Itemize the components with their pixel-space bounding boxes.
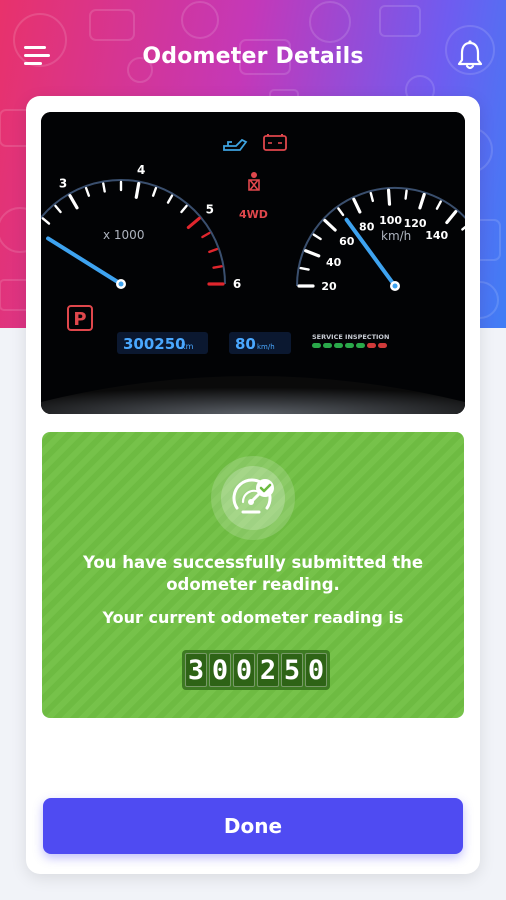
reading-digit: 3 bbox=[185, 653, 207, 687]
service-light bbox=[312, 343, 321, 348]
app-bar: Odometer Details bbox=[0, 28, 506, 84]
tach-label: 6 bbox=[233, 277, 241, 291]
reading-digit: 0 bbox=[305, 653, 327, 687]
speed-tick bbox=[386, 188, 392, 206]
speed-label: 60 bbox=[339, 235, 355, 248]
dashboard-image: 3456 x 1000 20406080100120140 km/h bbox=[41, 112, 465, 414]
reading-digit: 0 bbox=[209, 653, 231, 687]
reading-digit: 0 bbox=[233, 653, 255, 687]
speed-label: 140 bbox=[425, 229, 448, 242]
service-inspection-label: SERVICE INSPECTION bbox=[312, 333, 389, 341]
success-message: You have successfully submitted the odom… bbox=[82, 553, 424, 594]
odometer-display-unit: km bbox=[181, 342, 194, 351]
service-light bbox=[356, 343, 365, 348]
tach-label: 4 bbox=[137, 163, 145, 177]
reading-label: Your current odometer reading is bbox=[102, 608, 404, 627]
reading-digit: 2 bbox=[257, 653, 279, 687]
tach-tick bbox=[212, 265, 223, 269]
odometer-reading-digits: 3 0 0 2 5 0 bbox=[182, 650, 330, 690]
speed-label: 80 bbox=[359, 220, 375, 233]
speed-tick bbox=[404, 189, 408, 200]
page-title: Odometer Details bbox=[142, 43, 364, 69]
service-light bbox=[345, 343, 354, 348]
success-panel: You have successfully submitted the odom… bbox=[42, 432, 464, 718]
speed-tick bbox=[299, 266, 310, 271]
tach-tick bbox=[102, 182, 106, 193]
speedometer-check-icon bbox=[232, 478, 274, 514]
reading-digit: 5 bbox=[281, 653, 303, 687]
speed-label: 100 bbox=[379, 214, 402, 227]
bell-icon[interactable] bbox=[456, 40, 484, 70]
speed-unit: km/h bbox=[381, 229, 411, 243]
speed-display-value: 80 bbox=[235, 335, 256, 353]
tach-label: 5 bbox=[206, 202, 214, 216]
park-indicator: P bbox=[73, 309, 86, 330]
success-badge bbox=[211, 456, 295, 540]
details-card: 3456 x 1000 20406080100120140 km/h bbox=[26, 96, 480, 874]
tach-unit: x 1000 bbox=[103, 228, 144, 242]
hamburger-menu-icon[interactable] bbox=[24, 46, 52, 68]
drive-mode-indicator: 4WD bbox=[239, 208, 268, 221]
done-button[interactable]: Done bbox=[43, 798, 463, 854]
service-light bbox=[334, 343, 343, 348]
service-light bbox=[378, 343, 387, 348]
speed-label: 40 bbox=[326, 256, 342, 269]
odometer-display-value: 300250 bbox=[123, 335, 186, 353]
service-light bbox=[367, 343, 376, 348]
speed-label: 20 bbox=[321, 280, 337, 293]
service-light bbox=[323, 343, 332, 348]
speed-display-unit: km/h bbox=[257, 343, 275, 351]
tach-label: 3 bbox=[59, 177, 67, 191]
